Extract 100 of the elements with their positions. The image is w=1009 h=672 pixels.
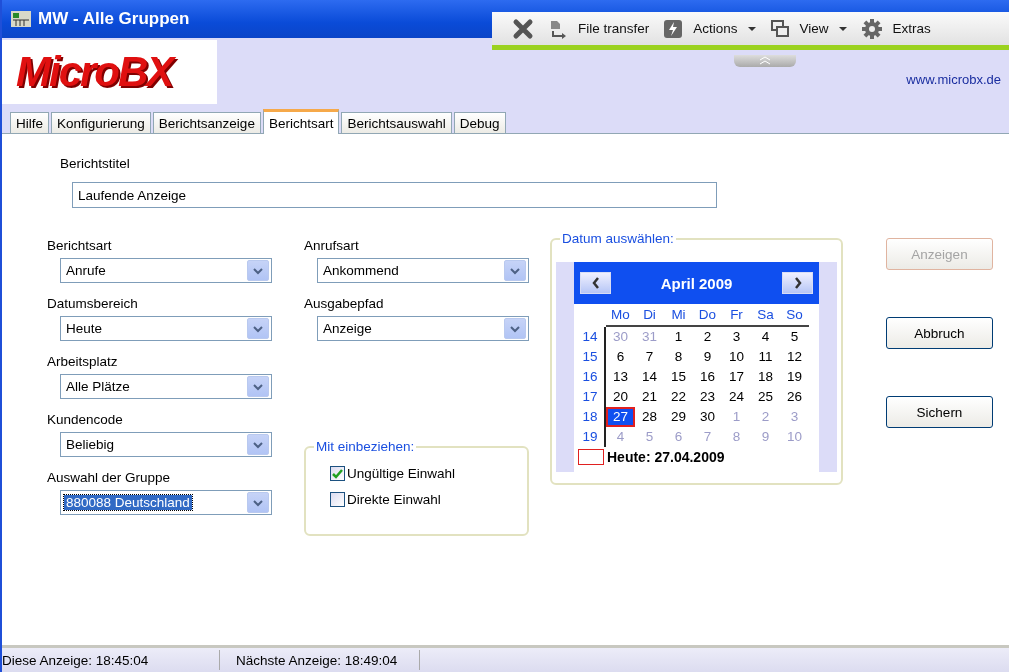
tab[interactable]: Berichtsanzeige — [152, 112, 261, 133]
chevron-down-icon — [253, 498, 263, 507]
tab[interactable]: Berichtsauswahl — [341, 112, 452, 133]
tab[interactable]: Hilfe — [10, 112, 49, 133]
chevron-right-icon — [793, 277, 802, 289]
windows-icon — [769, 18, 790, 39]
calendar-day[interactable]: 28 — [635, 407, 664, 427]
weekday-header: Di — [635, 305, 664, 327]
calendar-day[interactable]: 19 — [780, 367, 809, 387]
week-number: 17 — [576, 387, 606, 407]
collapse-handle[interactable] — [734, 55, 796, 67]
chevron-down-icon — [253, 324, 263, 333]
chevron-down-icon — [253, 382, 263, 391]
dropdown[interactable]: 880088 Deutschland — [60, 490, 272, 515]
app-icon — [10, 10, 32, 28]
checkbox-label: Direkte Einwahl — [347, 492, 441, 507]
calendar-day[interactable]: 7 — [635, 347, 664, 367]
tab[interactable]: Konfigurierung — [51, 112, 151, 133]
calendar-day[interactable]: 26 — [780, 387, 809, 407]
today-label[interactable]: Heute: 27.04.2009 — [607, 449, 725, 465]
weekday-header: Sa — [751, 305, 780, 327]
weekday-header: Do — [693, 305, 722, 327]
calendar-day[interactable]: 18 — [751, 367, 780, 387]
status-text: Diese Anzeige: 18:45:04 — [2, 650, 220, 670]
calendar-day[interactable]: 17 — [722, 367, 751, 387]
calendar-month: April 2009 — [660, 274, 733, 292]
calendar-day[interactable]: 3 — [722, 327, 751, 347]
weekday-header: Fr — [722, 305, 751, 327]
calendar-day[interactable]: 15 — [664, 367, 693, 387]
dropdown[interactable]: Anrufe — [60, 258, 272, 283]
week-number: 15 — [576, 347, 606, 367]
calendar-day[interactable]: 27 — [606, 407, 635, 427]
action-button[interactable]: Sichern — [886, 396, 993, 428]
checkbox[interactable] — [330, 492, 345, 507]
week-number: 16 — [576, 367, 606, 387]
chevron-down-icon — [253, 440, 263, 449]
calendar-day[interactable]: 12 — [780, 347, 809, 367]
calendar-day[interactable]: 5 — [780, 327, 809, 347]
field-label: Auswahl der Gruppe — [47, 470, 172, 486]
chevron-down-icon — [510, 266, 520, 275]
calendar-day[interactable]: 10 — [722, 347, 751, 367]
calendar-day[interactable]: 1 — [664, 327, 693, 347]
week-number: 14 — [576, 327, 606, 347]
close-icon[interactable] — [512, 17, 534, 40]
status-text: Nächste Anzeige: 18:49:04 — [228, 650, 420, 670]
dropdown[interactable]: Anzeige — [317, 316, 529, 341]
calendar-day[interactable]: 29 — [664, 407, 693, 427]
gear-icon — [860, 17, 883, 40]
chevron-down-icon — [510, 324, 520, 333]
field-label: Datumsbereich — [47, 296, 139, 312]
file-arrow-icon — [548, 18, 568, 39]
calendar-day[interactable]: 22 — [664, 387, 693, 407]
calendar-day[interactable]: 9 — [693, 347, 722, 367]
field-label: Ausgabepfad — [304, 296, 385, 312]
calendar-day[interactable]: 16 — [693, 367, 722, 387]
chevron-left-icon — [591, 277, 600, 289]
field-label: Berichtsart — [47, 238, 113, 254]
previous-month-button[interactable] — [580, 272, 611, 294]
toolbar-button[interactable]: Extras — [860, 17, 931, 40]
checkbox[interactable] — [330, 466, 345, 481]
calendar-day[interactable]: 11 — [751, 347, 780, 367]
window-title: MW - Alle Gruppen — [38, 9, 190, 29]
field-label: Arbeitsplatz — [47, 354, 119, 370]
dropdown[interactable]: Alle Plätze — [60, 374, 272, 399]
action-button[interactable]: Abbruch — [886, 317, 993, 349]
tab[interactable]: Debug — [453, 112, 506, 133]
field-label: Berichtstitel — [60, 156, 131, 172]
calendar-day[interactable]: 20 — [606, 387, 635, 407]
toolbar-button[interactable]: File transfer — [548, 18, 650, 39]
calendar-day[interactable]: 24 — [722, 387, 751, 407]
dropdown[interactable]: Beliebig — [60, 432, 272, 457]
field-label: Anrufsart — [304, 238, 360, 254]
group-legend: Mit einbeziehen: — [314, 439, 417, 454]
website-link[interactable]: www.microbx.de — [906, 72, 1001, 88]
weekday-header: So — [780, 305, 809, 327]
calendar-day[interactable]: 21 — [635, 387, 664, 407]
today-marker — [578, 449, 604, 465]
next-month-button[interactable] — [782, 272, 813, 294]
weekday-header: Mo — [606, 305, 635, 327]
calendar-day[interactable]: 30 — [693, 407, 722, 427]
week-number: 19 — [576, 427, 606, 447]
calendar-day[interactable]: 4 — [751, 327, 780, 347]
dropdown[interactable]: Heute — [60, 316, 272, 341]
toolbar-button[interactable]: Actions — [663, 18, 756, 39]
title-field[interactable]: Laufende Anzeige — [72, 182, 717, 208]
calendar-day[interactable]: 13 — [606, 367, 635, 387]
calendar-day[interactable]: 25 — [751, 387, 780, 407]
dropdown[interactable]: Ankommend — [317, 258, 529, 283]
field-label: Kundencode — [47, 412, 124, 428]
calendar-day[interactable]: 8 — [664, 347, 693, 367]
calendar-day[interactable]: 2 — [693, 327, 722, 347]
tab[interactable]: Berichtsart — [262, 109, 340, 134]
checkbox-label: Ungültige Einwahl — [347, 466, 456, 481]
calendar-day[interactable]: 6 — [606, 347, 635, 367]
chevron-down-icon — [253, 266, 263, 275]
toolbar-button[interactable]: View — [769, 18, 847, 39]
weekday-header: Mi — [664, 305, 693, 327]
calendar-day[interactable]: 14 — [635, 367, 664, 387]
lightning-icon — [663, 18, 684, 39]
calendar-day[interactable]: 23 — [693, 387, 722, 407]
